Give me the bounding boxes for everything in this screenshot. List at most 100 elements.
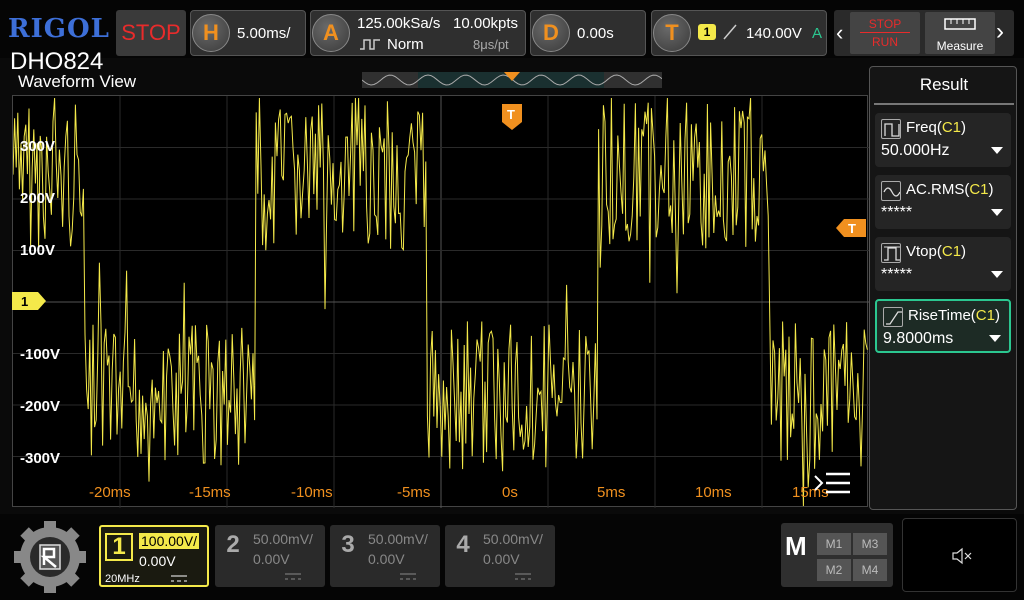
rising-edge-icon (723, 24, 737, 40)
x-axis-label: 5ms (597, 484, 626, 501)
rigol-logo: RIGOL (8, 14, 110, 44)
channel-1-bandwidth: 20MHz (105, 573, 140, 585)
rise-time-icon (883, 307, 903, 327)
channel-1-offset: 0.00V (139, 553, 176, 569)
result-panel: Result Freq(C1) 50.000Hz AC.RMS(C1) ****… (869, 66, 1017, 510)
math-m1-button[interactable]: M1 (817, 533, 851, 555)
timebase-value: 5.00ms/ (237, 25, 291, 42)
channel-2-box[interactable]: 2 50.00mV/ 0.00V (215, 525, 325, 587)
acquire-panel[interactable]: A 125.00kSa/s 10.00kpts Norm 8μs/pt (310, 10, 526, 56)
measurement-value: ***** (881, 204, 913, 221)
acquire-key: A (312, 14, 350, 52)
home-gear-icon[interactable] (10, 520, 90, 594)
channel-4-number: 4 (456, 531, 470, 558)
ruler-icon (944, 18, 976, 30)
navigator-preview (361, 72, 663, 88)
channel-1-scale: 100.00V/ (139, 533, 200, 549)
y-axis-label: 200V (20, 190, 56, 207)
measurement-name: RiseTime(C1) (908, 307, 1000, 324)
sample-rate: 125.00kSa/s (357, 15, 441, 32)
channel-3-box[interactable]: 3 50.00mV/ 0.00V (330, 525, 440, 587)
math-m3-button[interactable]: M3 (853, 533, 887, 555)
run-stop-run-label: RUN (872, 35, 898, 49)
result-title: Result (919, 75, 969, 94)
run-status-indicator[interactable]: STOP (116, 10, 186, 56)
result-divider (874, 103, 1014, 105)
channel-1-box[interactable]: 1 100.00V/ 0.00V 20MHz (99, 525, 209, 587)
math-m4-button[interactable]: M4 (853, 559, 887, 581)
measure-button[interactable]: Measure (925, 12, 995, 54)
acquire-mode-icon (360, 39, 380, 50)
x-axis-label: -15ms (189, 484, 231, 501)
x-axis-label: -10ms (291, 484, 333, 501)
y-axis-label: -300V (20, 450, 61, 467)
delay-panel[interactable]: D 0.00s (530, 10, 646, 56)
coupling-icon (171, 575, 187, 582)
math-label: M (785, 531, 807, 561)
coupling-icon (285, 573, 301, 580)
memory-depth: 10.00kpts (453, 15, 519, 32)
trigger-mode: A (812, 25, 823, 42)
coupling-icon (515, 573, 531, 580)
measurement-risetime[interactable]: RiseTime(C1) 9.8000ms (875, 299, 1011, 353)
math-panel: M M1 M3 M2 M4 (781, 523, 893, 587)
run-stop-button[interactable]: STOP RUN (850, 12, 920, 54)
channel-4-box[interactable]: 4 50.00mV/ 0.00V (445, 525, 555, 587)
measurement-value: ***** (881, 266, 913, 283)
speaker-mute-icon (952, 547, 972, 565)
sound-control[interactable] (902, 518, 1017, 592)
channel-4-offset: 0.00V (483, 551, 520, 567)
trigger-position-marker[interactable]: T (502, 104, 522, 130)
horizontal-key: H (192, 14, 230, 52)
frequency-icon (881, 119, 901, 139)
channel-3-scale: 50.00mV/ (368, 531, 428, 547)
run-stop-divider (860, 32, 910, 33)
y-axis-label: -200V (20, 398, 61, 415)
channel-1-number: 1 (105, 533, 133, 561)
channel-4-scale: 50.00mV/ (483, 531, 543, 547)
trigger-level-marker[interactable]: T (836, 219, 866, 237)
run-stop-stop-label: STOP (868, 17, 902, 31)
measurement-vtop[interactable]: Vtop(C1) ***** (875, 237, 1011, 291)
channel-2-scale: 50.00mV/ (253, 531, 313, 547)
rms-icon (881, 181, 901, 201)
measurement-value: 9.8000ms (883, 330, 954, 347)
time-per-point: 8μs/pt (473, 37, 509, 52)
trigger-key: T (653, 14, 691, 52)
chevron-down-icon[interactable] (991, 147, 1003, 154)
waveform-grid[interactable] (12, 95, 869, 508)
delay-value: 0.00s (577, 25, 614, 42)
x-axis-label: 10ms (695, 484, 732, 501)
measurement-freq[interactable]: Freq(C1) 50.000Hz (875, 113, 1011, 167)
chevron-right-icon[interactable]: › (996, 18, 1004, 46)
waveform-navigator[interactable] (361, 72, 663, 88)
chevron-down-icon[interactable] (991, 209, 1003, 216)
chevron-left-icon[interactable]: ‹ (836, 20, 843, 46)
y-axis-label: 300V (20, 138, 56, 155)
ch1-offset-marker[interactable]: 1 (12, 292, 46, 310)
y-axis-label: -100V (20, 346, 61, 363)
trigger-panel[interactable]: T 1 140.00V A (651, 10, 827, 56)
ch1-marker-label: 1 (21, 294, 28, 309)
y-axis-label: 100V (20, 242, 56, 259)
math-m2-button[interactable]: M2 (817, 559, 851, 581)
channel-2-number: 2 (226, 531, 240, 558)
menu-icon[interactable] (812, 470, 852, 498)
waveform-display (13, 96, 869, 508)
measurement-value: 50.000Hz (881, 142, 950, 159)
oscilloscope-screen: RIGOL DHO824 STOP H 5.00ms/ A 125.00kSa/… (0, 0, 1024, 600)
coupling-icon (400, 573, 416, 580)
x-axis-label: 0s (502, 484, 518, 501)
measurement-name: Vtop(C1) (906, 243, 967, 260)
acquire-mode: Norm (387, 36, 424, 53)
horizontal-timebase-panel[interactable]: H 5.00ms/ (190, 10, 306, 56)
chevron-down-icon[interactable] (989, 335, 1001, 342)
measurement-acrms[interactable]: AC.RMS(C1) ***** (875, 175, 1011, 229)
channel-3-offset: 0.00V (368, 551, 405, 567)
chevron-down-icon[interactable] (991, 271, 1003, 278)
measure-label: Measure (936, 39, 984, 53)
delay-key: D (532, 14, 570, 52)
channel-2-offset: 0.00V (253, 551, 290, 567)
trigger-position-label: T (507, 107, 515, 122)
vtop-icon (881, 243, 901, 263)
